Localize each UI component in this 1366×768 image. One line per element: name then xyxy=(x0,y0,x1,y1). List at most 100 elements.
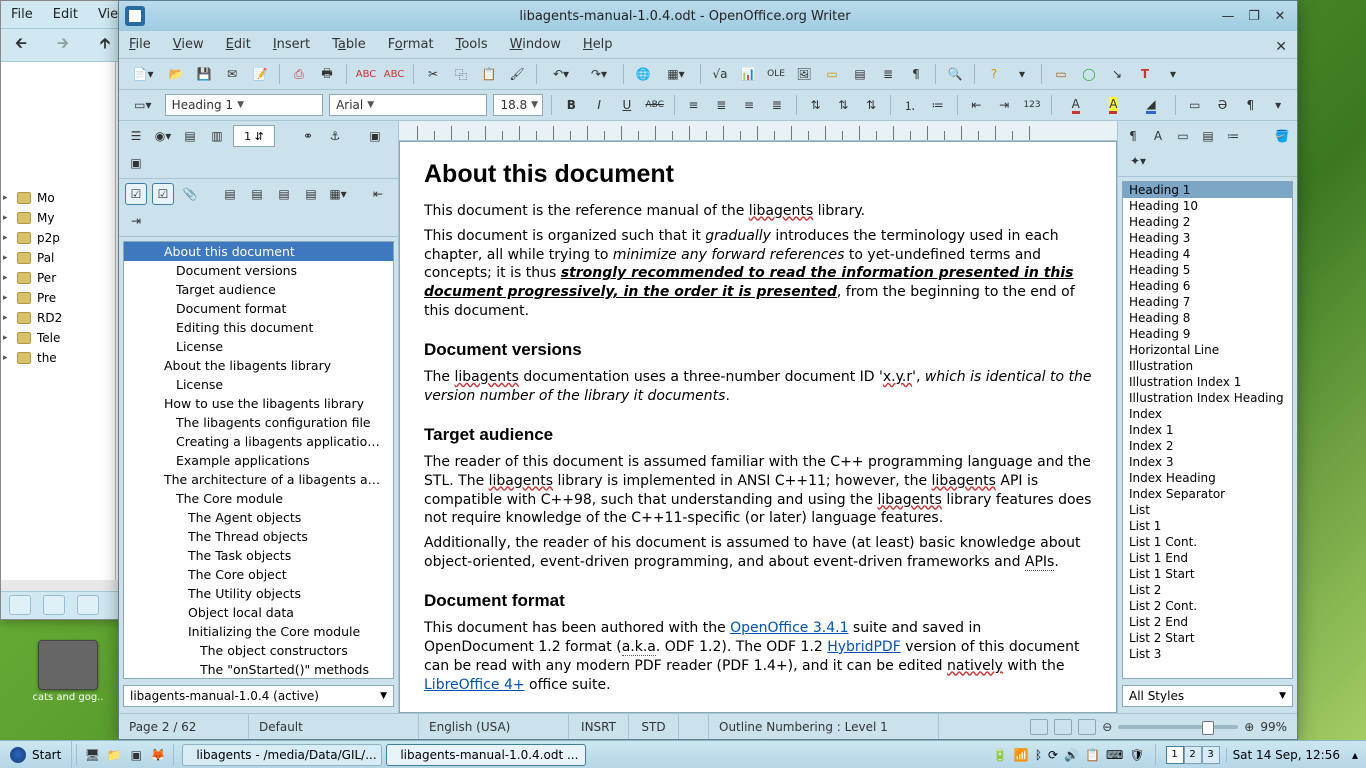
fm-back-button[interactable]: 🡰 xyxy=(9,33,33,57)
email-button[interactable]: ✉ xyxy=(221,63,243,85)
style-item[interactable]: Horizontal Line xyxy=(1123,342,1292,358)
style-item[interactable]: Index 1 xyxy=(1123,422,1292,438)
style-item[interactable]: List 1 Cont. xyxy=(1123,534,1292,550)
align-center-button[interactable]: ≣ xyxy=(710,94,732,116)
new-button[interactable]: 📄▾ xyxy=(127,63,159,85)
tray-update-icon[interactable]: ⟳ xyxy=(1048,748,1058,762)
menu-window[interactable]: Window xyxy=(510,37,561,52)
number-list-button[interactable]: ⒈ xyxy=(899,94,921,116)
taskbar-task[interactable]: libagents-manual-1.0.4.odt ... xyxy=(386,744,586,766)
draw-ellipse-button[interactable]: ◯ xyxy=(1078,63,1100,85)
align-right-button[interactable]: ≡ xyxy=(738,94,760,116)
export-pdf-button[interactable]: ⎙ xyxy=(288,63,310,85)
fm-view-1[interactable] xyxy=(9,595,31,615)
char-dialog-button[interactable]: Ə xyxy=(1212,94,1234,116)
nav-move-down-button[interactable]: ▤ xyxy=(300,183,322,205)
outline-item[interactable]: The Task objects xyxy=(124,546,393,565)
help-button[interactable]: ? xyxy=(983,63,1005,85)
nav-mode-button[interactable]: ◉▾ xyxy=(152,125,174,147)
style-item[interactable]: Illustration Index Heading xyxy=(1123,390,1292,406)
align-justify-button[interactable]: ≣ xyxy=(766,94,788,116)
outdent-button[interactable]: ⇤ xyxy=(966,94,988,116)
gallery-button[interactable]: ▤ xyxy=(849,63,871,85)
outline-item[interactable]: The Agent objects xyxy=(124,508,393,527)
style-item[interactable]: List 2 Start xyxy=(1123,630,1292,646)
formula-button[interactable]: √a xyxy=(709,63,731,85)
bullet-list-button[interactable]: ≔ xyxy=(927,94,949,116)
layout-multi-button[interactable] xyxy=(1054,719,1072,735)
menu-help[interactable]: Help xyxy=(583,37,613,52)
numbering-button[interactable]: 123 xyxy=(1021,94,1043,116)
nav-reminder-button[interactable]: ☑ xyxy=(152,183,174,205)
indent-button[interactable]: ⇥ xyxy=(993,94,1015,116)
style-item[interactable]: Heading 10 xyxy=(1123,198,1292,214)
strike-button[interactable]: ABC xyxy=(644,94,666,116)
fm-tree-item[interactable]: ▸RD2 xyxy=(1,308,115,328)
fm-tree-item[interactable]: ▸Per xyxy=(1,268,115,288)
layout-book-button[interactable] xyxy=(1078,719,1096,735)
new-style-button[interactable]: ✦▾ xyxy=(1122,150,1154,172)
style-item[interactable]: Illustration Index 1 xyxy=(1123,374,1292,390)
ql-desktop-icon[interactable]: 🖥 xyxy=(81,744,103,766)
tray-keyboard-icon[interactable]: ⌨ xyxy=(1106,748,1123,762)
nav-link-button[interactable]: ⚭ xyxy=(297,125,319,147)
redo-button[interactable]: ↷▾ xyxy=(583,63,615,85)
spellcheck-button[interactable]: ABC xyxy=(355,63,377,85)
zoom-in-button[interactable]: ⊕ xyxy=(1244,720,1254,734)
line-spacing-2-button[interactable]: ⇅ xyxy=(860,94,882,116)
fm-menu-edit[interactable]: Edit xyxy=(53,7,78,22)
nav-move-up-button[interactable]: ▤ xyxy=(273,183,295,205)
style-item[interactable]: List 1 xyxy=(1123,518,1292,534)
ql-browser-icon[interactable]: 🦊 xyxy=(147,744,169,766)
menu-table[interactable]: Table xyxy=(332,37,366,52)
tray-shield-icon[interactable]: 🛡 xyxy=(1129,748,1144,762)
outline-item[interactable]: About this document xyxy=(124,242,393,261)
start-button[interactable]: Start xyxy=(0,741,72,768)
tray-volume-icon[interactable]: 🔊 xyxy=(1064,748,1079,762)
page-styles-button[interactable]: ▤ xyxy=(1197,125,1219,147)
style-item[interactable]: List 1 End xyxy=(1123,550,1292,566)
nav-chapter-down-button[interactable]: ⇥ xyxy=(125,210,147,232)
outline-item[interactable]: How to use the libagents library xyxy=(124,394,393,413)
vd-1[interactable]: 1 xyxy=(1166,746,1184,764)
status-page[interactable]: Page 2 / 62 xyxy=(119,714,249,739)
fill-format-button[interactable]: 🪣 xyxy=(1271,125,1293,147)
style-item[interactable]: List 2 Cont. xyxy=(1123,598,1292,614)
style-item[interactable]: List 2 xyxy=(1123,582,1292,598)
paragraph-style-combo[interactable]: Heading 1▼ xyxy=(165,94,323,116)
copy-button[interactable]: ⿻ xyxy=(450,63,472,85)
ole-button[interactable]: OLE xyxy=(765,63,787,85)
style-item[interactable]: Heading 5 xyxy=(1123,262,1292,278)
outline-item[interactable]: The Thread objects xyxy=(124,527,393,546)
nav-page-spinner[interactable]: 1 ⇵ xyxy=(233,125,275,147)
menu-edit[interactable]: Edit xyxy=(226,37,251,52)
menu-file[interactable]: File xyxy=(129,37,151,52)
nav-next-button[interactable]: ▥ xyxy=(206,125,228,147)
style-item[interactable]: Heading 1 xyxy=(1123,182,1292,198)
fm-view-3[interactable] xyxy=(77,595,99,615)
menu-view[interactable]: View xyxy=(173,37,204,52)
fm-tree-item[interactable]: ▸Pre xyxy=(1,288,115,308)
styles-list[interactable]: Heading 1Heading 10Heading 2Heading 3Hea… xyxy=(1122,181,1293,679)
menu-format[interactable]: Format xyxy=(388,37,434,52)
nav-prev-button[interactable]: ▤ xyxy=(179,125,201,147)
fm-tree-item[interactable]: ▸the xyxy=(1,348,115,368)
vd-3[interactable]: 3 xyxy=(1202,746,1220,764)
nav-header-button[interactable]: ▣ xyxy=(364,125,386,147)
more-button[interactable]: ▾ xyxy=(1011,63,1033,85)
fm-tree-item[interactable]: ▸My xyxy=(1,208,115,228)
status-modified[interactable] xyxy=(679,714,709,739)
fontwork-button[interactable]: T xyxy=(1134,63,1156,85)
undo-button[interactable]: ↶▾ xyxy=(545,63,577,85)
style-item[interactable]: Heading 8 xyxy=(1123,310,1292,326)
vd-2[interactable]: 2 xyxy=(1184,746,1202,764)
outline-item[interactable]: Editing this document xyxy=(124,318,393,337)
align-left-button[interactable]: ≡ xyxy=(683,94,705,116)
style-item[interactable]: Index 3 xyxy=(1123,454,1292,470)
close-button[interactable]: ✕ xyxy=(1269,7,1291,25)
fm-tree-item[interactable]: ▸Mo xyxy=(1,188,115,208)
style-item[interactable]: Heading 9 xyxy=(1123,326,1292,342)
character-styles-button[interactable]: A xyxy=(1147,125,1169,147)
outline-item[interactable]: Document format xyxy=(124,299,393,318)
bold-button[interactable]: B xyxy=(560,94,582,116)
